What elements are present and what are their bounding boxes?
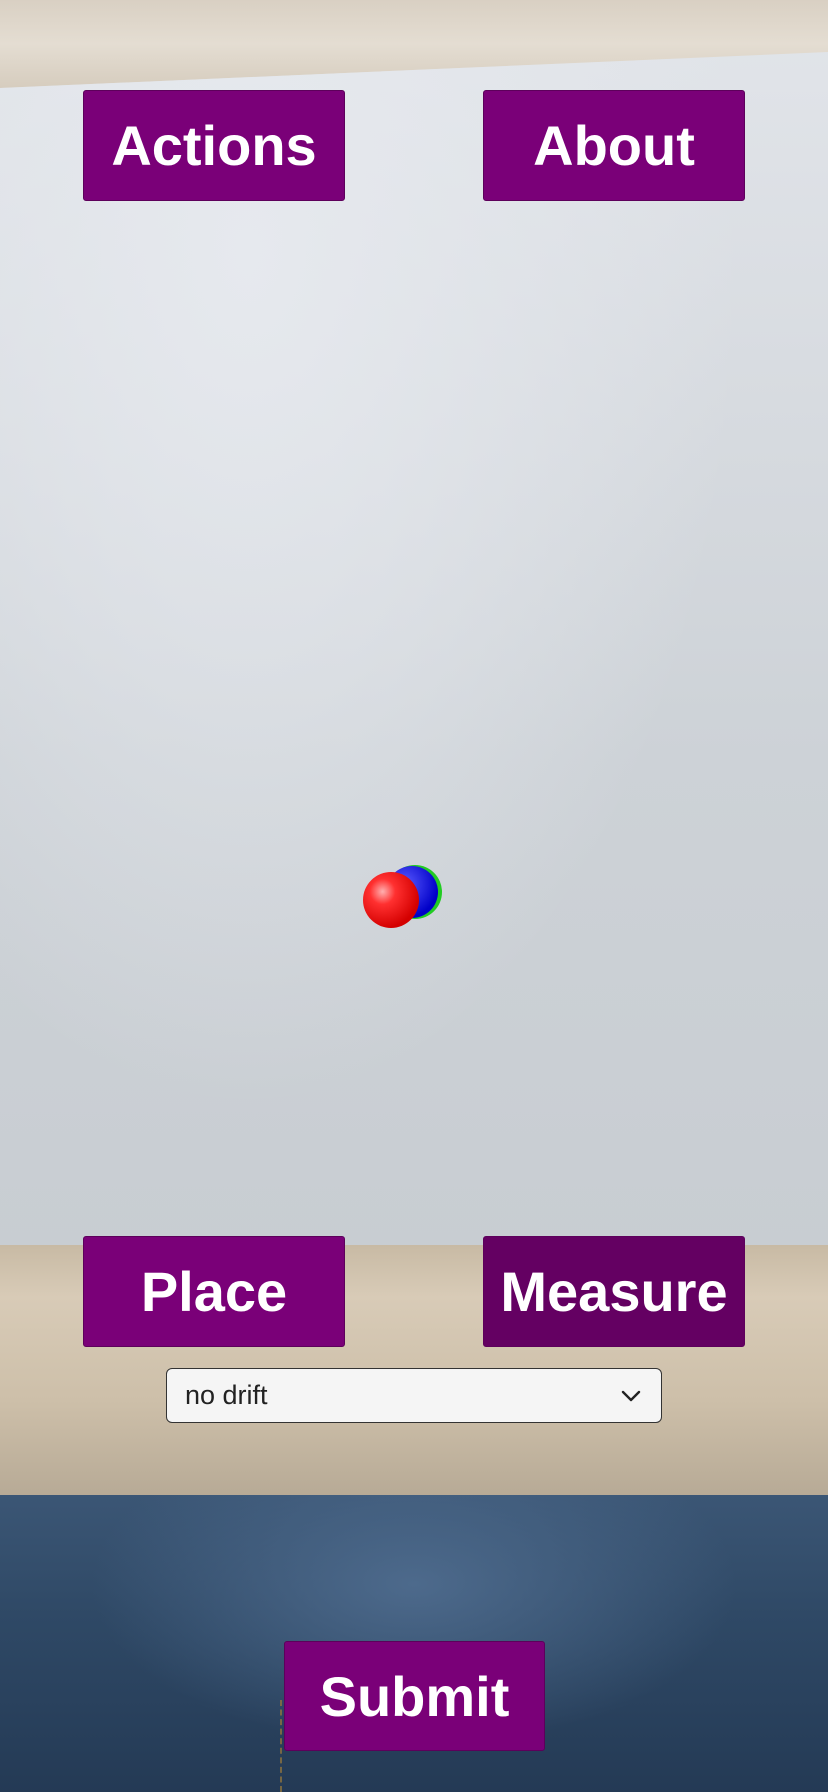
drift-select-value: no drift [185, 1380, 268, 1410]
red-sphere [363, 872, 419, 928]
ar-camera-view: Actions About Place Measure no drift Sub… [0, 0, 828, 1792]
chevron-down-icon [621, 1390, 641, 1401]
place-button[interactable]: Place [83, 1236, 345, 1347]
about-button[interactable]: About [483, 90, 745, 201]
actions-button[interactable]: Actions [83, 90, 345, 201]
measure-button[interactable]: Measure [483, 1236, 745, 1347]
ar-marker-spheres [363, 865, 442, 928]
submit-button[interactable]: Submit [284, 1641, 545, 1751]
drift-select[interactable]: no drift [166, 1368, 662, 1423]
